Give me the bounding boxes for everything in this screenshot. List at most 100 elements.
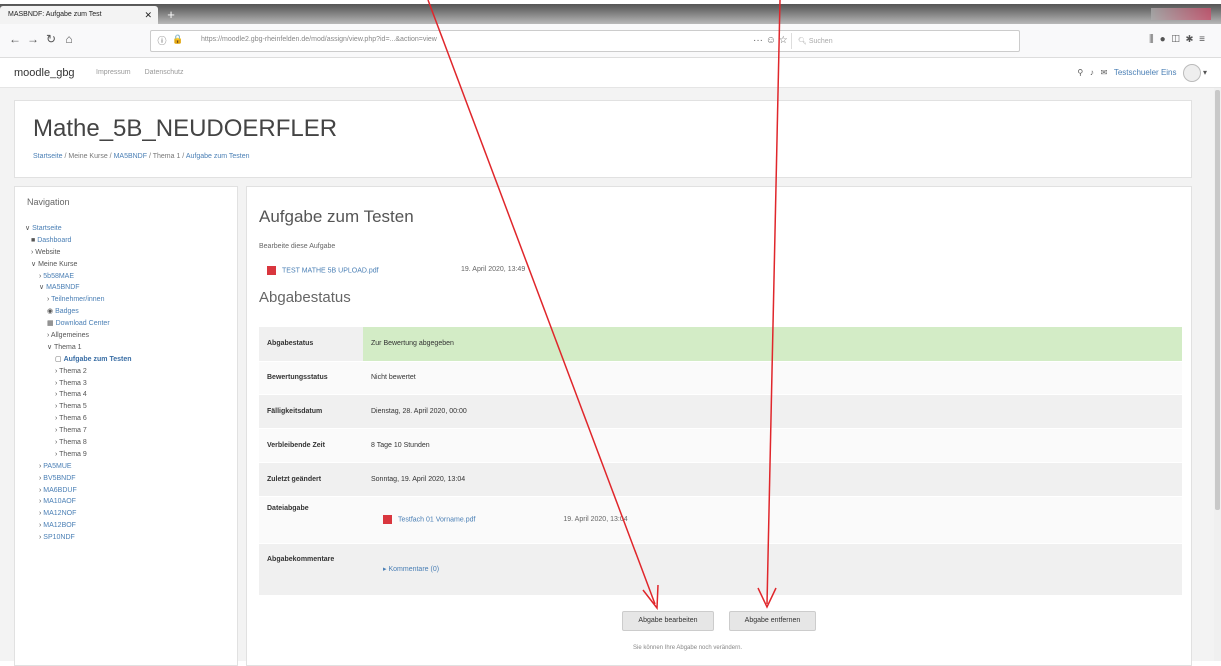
edit-submission-button[interactable]: Abgabe bearbeiten [622,611,714,631]
chevron-down-icon[interactable]: ▾ [1203,68,1207,77]
sidebar-item[interactable]: › MA12BOF [25,520,132,532]
sidebar-item-label: MA6BDUF [43,486,77,494]
sidebar-item[interactable]: › MA12NOF [25,508,132,520]
reload-icon[interactable]: ↻ [44,32,58,46]
tree-node-icon: ▢ [55,355,64,363]
sidebar-item[interactable]: › Website [25,247,132,259]
submission-note: Sie können Ihre Abgabe noch verändern. [633,645,743,651]
sidebar-item-label: Website [35,248,61,256]
status-label: Zuletzt geändert [259,462,363,497]
notification-bell-icon[interactable]: ♪ [1090,68,1094,77]
sidebar-item-label: Allgemeines [50,332,90,340]
comments-toggle[interactable]: ▸ Kommentare (0) [383,566,439,573]
page-actions-icon[interactable]: ··· ☺ ☆ [753,35,788,46]
sidebar-item[interactable]: › BV5BNDF [25,473,132,485]
moodle-navbar: moodle_gbg Impressum Datenschutz ⚲ ♪ ✉ T… [0,58,1221,88]
breadcrumb-meine-kurse[interactable]: Meine Kurse [68,153,107,160]
assignment-file-date: 19. April 2020, 13:49 [461,266,526,273]
avatar[interactable] [1182,64,1201,82]
sidebar-item[interactable]: › MA6BDUF [25,485,132,497]
top-nav-impressum[interactable]: Impressum [96,69,131,76]
status-value: Dienstag, 28. April 2020, 00:00 [363,394,1182,429]
sidebar-item[interactable]: ∨ Thema 1 [25,342,132,354]
assignment-file-name[interactable]: TEST MATHE 5B UPLOAD.pdf [282,267,379,274]
sidebar-item[interactable]: ∨ Startseite [25,223,132,235]
sidebar-item[interactable]: ◉ Badges [25,306,132,318]
breadcrumb-thema[interactable]: Thema 1 [153,153,181,160]
sidebar-item-label: MA12BOF [43,522,76,530]
status-label: Verbleibende Zeit [259,428,363,463]
tree-node-icon: ▦ [47,320,56,328]
sidebar-item[interactable]: › Thema 2 [25,366,132,378]
status-value: 8 Tage 10 Stunden [363,428,1182,463]
comments-cell: ▸ Kommentare (0) [363,543,1182,596]
pdf-icon [267,266,276,275]
browser-toolbar: ← → ↻ ⌂ ⓘ 🔒 https://moodle2.gbg-rheinfel… [0,24,1221,58]
browser-tab-title: MASBNDF: Aufgabe zum Test [8,11,102,18]
sidebar-item-label: Thema 7 [59,427,87,435]
url-bar[interactable]: ⓘ 🔒 https://moodle2.gbg-rheinfelden.de/m… [150,30,1020,52]
sidebar-item[interactable]: › Thema 4 [25,389,132,401]
status-label: Dateiabgabe [259,496,363,544]
table-row: Verbleibende Zeit 8 Tage 10 Stunden [259,428,1182,463]
sidebar-item[interactable]: ▢ Aufgabe zum Testen [25,354,132,366]
search-icon[interactable]: ⚲ [1077,68,1083,77]
sidebar-item[interactable]: › Thema 5 [25,401,132,413]
top-nav-datenschutz[interactable]: Datenschutz [145,69,184,76]
new-tab-icon[interactable]: + [164,8,178,22]
user-name[interactable]: Testschueler Eins [1114,68,1177,77]
remove-submission-button[interactable]: Abgabe entfernen [729,611,816,631]
sidebar-item[interactable]: › Teilnehmer/innen [25,294,132,306]
breadcrumb-current[interactable]: Aufgabe zum Testen [186,153,250,160]
url-text[interactable]: https://moodle2.gbg-rheinfelden.de/mod/a… [201,36,437,43]
table-row: Abgabestatus Zur Bewertung abgegeben [259,327,1182,362]
status-label: Fälligkeitsdatum [259,394,363,429]
table-row: Abgabekommentare ▸ Kommentare (0) [259,543,1182,596]
sidebar-item-label: Thema 8 [59,439,87,447]
tree-node-icon: ◉ [47,308,56,316]
scrollbar-thumb[interactable] [1215,90,1220,510]
breadcrumb-course[interactable]: MA5BNDF [114,153,147,160]
close-tab-icon[interactable]: ✕ [144,6,152,24]
home-icon[interactable]: ⌂ [62,32,76,46]
back-icon[interactable]: ← [8,32,22,46]
sidebar-item-label: Thema 5 [59,403,87,411]
sidebar-item[interactable]: › Thema 7 [25,425,132,437]
sidebar-item-label: Thema 6 [59,415,87,423]
browser-tab[interactable]: MASBNDF: Aufgabe zum Test ✕ [0,6,158,24]
site-brand[interactable]: moodle_gbg [14,67,75,79]
sidebar-item[interactable]: › Thema 6 [25,413,132,425]
window-controls[interactable] [1151,8,1211,20]
assignment-title: Aufgabe zum Testen [259,207,414,226]
user-menu[interactable]: ⚲ ♪ ✉ Testschueler Eins ▾ [1077,64,1207,82]
sidebar-item[interactable]: › SP10NDF [25,532,132,544]
sidebar-item[interactable]: › PA5MUE [25,461,132,473]
browser-extension-icons[interactable]: ⫼●◫✱≡ [1149,34,1211,45]
sidebar-item[interactable]: › MA10AOF [25,496,132,508]
sidebar-item[interactable]: › Thema 8 [25,437,132,449]
lock-icon: 🔒 [172,34,184,44]
messages-icon[interactable]: ✉ [1101,68,1108,77]
sidebar-item-label: MA12NOF [43,510,77,518]
sidebar-item[interactable]: › Thema 9 [25,449,132,461]
forward-icon[interactable]: → [26,32,40,46]
sidebar-item[interactable]: ■ Dashboard [25,235,132,247]
sidebar-item[interactable]: ∨ MA5BNDF [25,282,132,294]
sidebar-item[interactable]: › Allgemeines [25,330,132,342]
submitted-file-link[interactable]: Testfach 01 Vorname.pdf [398,516,475,523]
sidebar-item[interactable]: ▦ Download Center [25,318,132,330]
sidebar-item-label: MA5BNDF [46,284,80,292]
comments-link[interactable]: Kommentare (0) [388,566,439,573]
sidebar-item-label: 5b58MAE [43,272,75,280]
page-scrollbar[interactable] [1214,88,1221,661]
sidebar-item-label: Dashboard [37,236,72,244]
breadcrumb-startseite[interactable]: Startseite [33,153,63,160]
sidebar-item-label: Download Center [55,320,110,328]
sidebar-item[interactable]: › 5b58MAE [25,271,132,283]
sidebar-item[interactable]: ∨ Meine Kurse [25,259,132,271]
site-info-icon[interactable]: ⓘ [155,34,169,47]
pdf-icon [383,515,392,524]
browser-search-input[interactable]: 🔍︎ Suchen [791,33,1011,49]
assignment-file-link[interactable]: TEST MATHE 5B UPLOAD.pdf [267,266,379,275]
sidebar-item[interactable]: › Thema 3 [25,378,132,390]
